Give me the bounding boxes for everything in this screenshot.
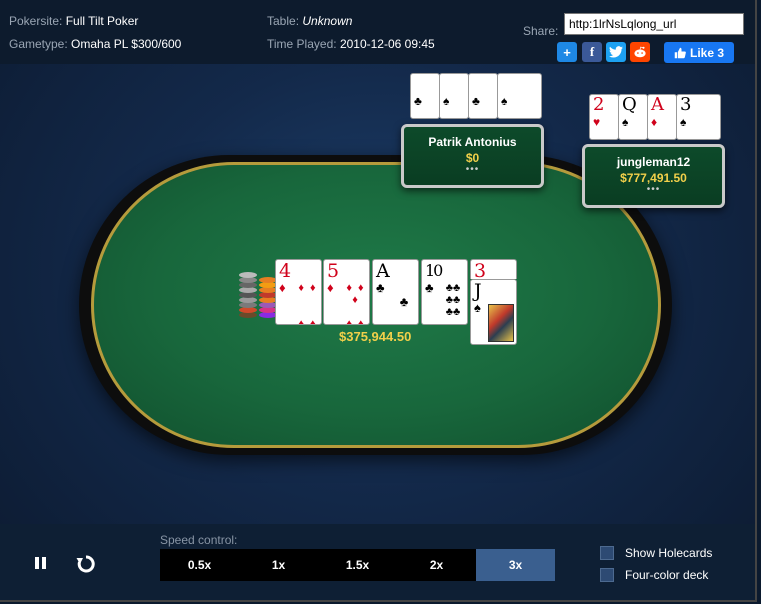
card-rank: 5	[327, 260, 340, 282]
board-card: J ♠	[470, 279, 517, 345]
speed-0.5x-button[interactable]: 0.5x	[160, 549, 239, 581]
player-status-dots: •••	[465, 164, 480, 175]
pokersite-value: Full Tilt Poker	[65, 14, 139, 28]
reddit-share-button[interactable]	[630, 42, 650, 62]
gametype-info: Gametype: Omaha PL $300/600	[9, 37, 181, 51]
table-label: Table:	[267, 14, 300, 28]
addthis-share-button[interactable]: +	[557, 42, 577, 62]
card-suit-icon: ♣	[376, 280, 385, 295]
card-rank: A	[501, 73, 514, 94]
board-card: 5 ♦ ♦ ♦ ♦ ♦ ♦	[323, 259, 370, 325]
pot-chips-icon	[239, 270, 279, 318]
speed-control-label: Speed control:	[160, 533, 238, 547]
board-card: 4 ♦ ♦ ♦ ♦ ♦	[275, 259, 322, 325]
card-suit-icon: ♠	[680, 115, 687, 129]
gametype-label: Gametype:	[9, 37, 68, 51]
pokersite-label: Pokersite:	[9, 14, 63, 28]
time-played-info: Time Played: 2010-12-06 09:45	[267, 37, 435, 51]
gametype-value: Omaha PL $300/600	[71, 37, 182, 51]
four-color-deck-checkbox[interactable]	[600, 568, 614, 582]
speed-2x-button[interactable]: 2x	[397, 549, 476, 581]
like-count-label: Like 3	[689, 45, 725, 60]
jack-face-icon	[488, 304, 514, 342]
holecard: A ♠	[497, 73, 542, 119]
twitter-icon	[609, 46, 623, 58]
time-played-value: 2010-12-06 09:45	[339, 37, 435, 51]
speed-control-bar: 0.5x 1x 1.5x 2x 3x	[160, 549, 555, 581]
show-holecards-label: Show Holecards	[625, 546, 713, 560]
card-rank: 7	[472, 73, 484, 94]
card-suit-icon: ♣	[425, 280, 434, 295]
speed-1.5x-button[interactable]: 1.5x	[318, 549, 397, 581]
player-1-box: Patrik Antonius $0 •••	[401, 124, 544, 188]
twitter-share-button[interactable]	[606, 42, 626, 62]
card-suit-icon: ♠	[443, 94, 450, 108]
holecard: 7 ♣	[468, 73, 498, 119]
card-rank: 10	[425, 261, 443, 280]
card-rank: Q	[622, 94, 637, 115]
facebook-share-button[interactable]: f	[582, 42, 602, 62]
replayer-app: Pokersite: Full Tilt Poker Gametype: Oma…	[0, 0, 757, 602]
card-rank: 2	[593, 94, 605, 115]
card-suit-icon: ♠	[622, 115, 629, 129]
holecard: A ♦	[647, 94, 677, 140]
share-label: Share:	[523, 24, 559, 38]
table-info: Table: Unknown	[267, 14, 352, 28]
card-suit-icon: ♥	[593, 115, 601, 129]
board-card: 3	[470, 259, 517, 279]
player-stack: $0	[465, 151, 480, 165]
player-stack: $777,491.50	[620, 171, 687, 185]
replay-icon	[76, 555, 95, 573]
pokersite-info: Pokersite: Full Tilt Poker	[9, 14, 138, 28]
card-rank: 5	[443, 73, 455, 94]
pot-amount: $375,944.50	[339, 329, 412, 344]
reddit-icon	[634, 46, 646, 58]
card-pips: ♦ ♦ ♦ ♦ ♦	[346, 282, 364, 325]
plus-icon: +	[563, 44, 571, 60]
card-suit-icon: ♣	[472, 94, 480, 108]
player-name: Patrik Antonius	[428, 135, 517, 149]
card-pips: ♣	[399, 294, 409, 309]
player-name: jungleman12	[616, 155, 691, 169]
facebook-like-button[interactable]: Like 3	[664, 42, 734, 63]
holecard: 2 ♥	[589, 94, 619, 140]
board-card: A ♣ ♣	[372, 259, 419, 325]
card-pips: ♣♣ ♣♣ ♣♣	[445, 282, 461, 318]
card-rank: 3	[474, 260, 487, 279]
card-rank: 4	[414, 73, 426, 94]
card-rank: 3	[680, 94, 692, 115]
time-played-label: Time Played:	[267, 37, 337, 51]
table-value: Unknown	[302, 14, 353, 28]
pause-button[interactable]	[34, 556, 50, 570]
thumbs-up-icon	[674, 47, 686, 58]
card-suit-icon: ♦	[651, 115, 658, 129]
speed-3x-button[interactable]: 3x	[476, 549, 555, 581]
player-status-dots: •••	[646, 184, 661, 195]
holecard: Q ♠	[618, 94, 648, 140]
holecard: 5 ♠	[439, 73, 469, 119]
holecard: 4 ♣	[410, 73, 440, 119]
card-rank: A	[376, 260, 390, 282]
card-rank: J	[474, 280, 482, 302]
share-url-input[interactable]	[564, 13, 744, 35]
card-rank: A	[651, 94, 664, 115]
board-card: 10 ♣ ♣♣ ♣♣ ♣♣	[421, 259, 468, 325]
player-2-box: jungleman12 $777,491.50 •••	[582, 144, 725, 208]
card-suit-icon: ♠	[474, 300, 481, 315]
four-color-deck-label: Four-color deck	[625, 568, 709, 582]
show-holecards-checkbox[interactable]	[600, 546, 614, 560]
card-rank: 4	[279, 260, 292, 282]
pause-icon	[35, 557, 46, 569]
card-suit-icon: ♦	[279, 280, 286, 295]
card-pips: ♦ ♦ ♦ ♦	[298, 282, 316, 325]
hand-info-header: Pokersite: Full Tilt Poker Gametype: Oma…	[0, 0, 755, 64]
card-suit-icon: ♦	[327, 280, 334, 295]
facebook-icon: f	[589, 44, 595, 59]
card-suit-icon: ♣	[414, 94, 422, 108]
card-suit-icon: ♠	[501, 94, 508, 108]
holecard: 3 ♠	[676, 94, 721, 140]
speed-1x-button[interactable]: 1x	[239, 549, 318, 581]
replay-button[interactable]	[76, 554, 96, 574]
